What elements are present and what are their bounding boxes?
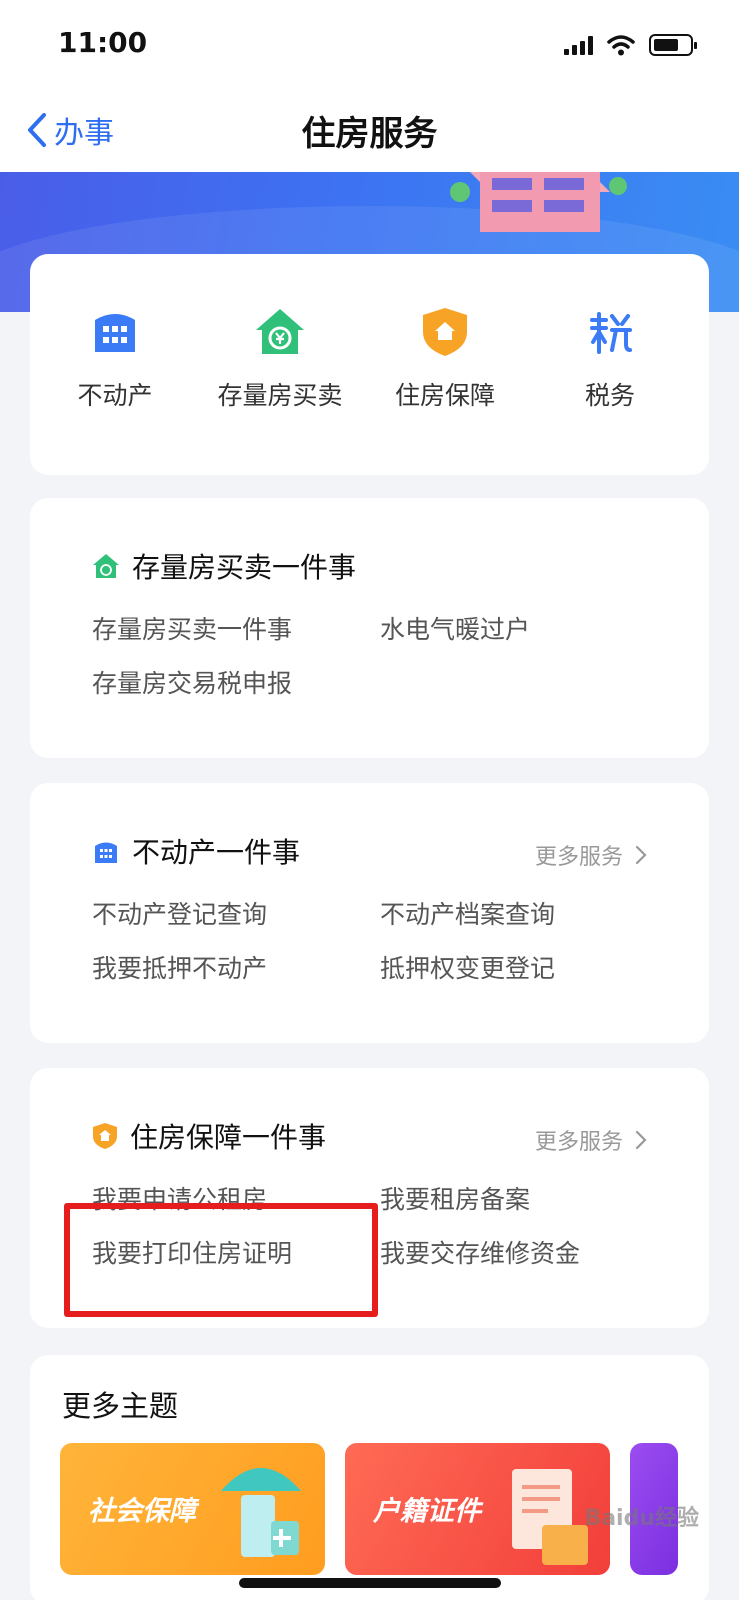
house-yuan-icon (256, 309, 304, 354)
section-existing-housing: 存量房买卖一件事 存量房买卖一件事 水电气暖过户 存量房交易税申报 (30, 498, 709, 758)
link-mortgage-real-estate[interactable]: 我要抵押不动产 (92, 949, 267, 985)
link-transaction-tax-declaration[interactable]: 存量房交易税申报 (92, 664, 292, 700)
link-archive-query[interactable]: 不动产档案查询 (380, 895, 555, 931)
highlight-annotation (64, 1203, 378, 1317)
page-title: 住房服务 (301, 114, 438, 154)
link-deposit-maintenance-fund[interactable]: 我要交存维修资金 (380, 1234, 580, 1270)
document-icon (512, 1469, 588, 1565)
chevron-right-icon (635, 1130, 647, 1150)
topic-tile-household-registration[interactable]: 户籍证件 (345, 1443, 610, 1575)
section-header: 存量房买卖一件事 (92, 546, 356, 586)
more-services-label: 更多服务 (534, 1130, 623, 1155)
section-title: 存量房买卖一件事 (132, 551, 357, 584)
link-registration-query[interactable]: 不动产登记查询 (92, 895, 267, 931)
battery-icon (649, 34, 697, 56)
link-existing-housing-transaction[interactable]: 存量房买卖一件事 (92, 610, 292, 646)
service-label: 住房保障 (394, 381, 495, 410)
link-utility-transfer[interactable]: 水电气暖过户 (380, 610, 530, 646)
section-header: 住房保障一件事 (92, 1116, 326, 1156)
service-label: 不动产 (77, 381, 153, 410)
status-icons (564, 34, 697, 56)
section-title: 住房保障一件事 (130, 1121, 327, 1154)
top-bar: 11:00 办事 住房服务 (0, 0, 739, 172)
topic-tile-social-security[interactable]: 社会保障 (60, 1443, 325, 1575)
umbrella-icon (221, 1468, 301, 1557)
link-mortgage-change-registration[interactable]: 抵押权变更登记 (380, 949, 555, 985)
building-icon (95, 314, 135, 352)
service-housing-security[interactable]: 住房保障 (360, 306, 530, 412)
shield-house-icon (93, 1123, 117, 1149)
building-illustration (450, 172, 627, 232)
quick-services-card: 不动产 存量房买卖 住房保障 税务 (30, 254, 709, 475)
section-title: 不动产一件事 (132, 836, 301, 869)
chevron-right-icon (635, 845, 647, 865)
shield-house-icon (423, 308, 467, 356)
more-services-label: 更多服务 (534, 845, 623, 870)
status-time: 11:00 (58, 26, 148, 59)
home-indicator (239, 1578, 501, 1588)
more-services-link[interactable]: 更多服务 (535, 1124, 647, 1156)
more-topics-title: 更多主题 (62, 1389, 179, 1423)
more-topics-card: 更多主题 社会保障 户籍证件 (30, 1355, 709, 1600)
wifi-icon (607, 35, 635, 56)
watermark: Baidu经验 (584, 1506, 699, 1531)
tax-icon (590, 312, 632, 354)
building-icon (95, 842, 117, 863)
topic-tile-label: 户籍证件 (373, 1496, 481, 1527)
service-label: 存量房买卖 (217, 381, 343, 410)
service-label: 税务 (584, 381, 635, 410)
topic-tile-label: 社会保障 (88, 1496, 196, 1527)
service-existing-housing[interactable]: 存量房买卖 (195, 306, 365, 412)
service-real-estate[interactable]: 不动产 (30, 306, 200, 412)
more-services-link[interactable]: 更多服务 (535, 839, 647, 871)
signal-icon (564, 35, 593, 55)
link-rental-filing[interactable]: 我要租房备案 (380, 1180, 530, 1216)
section-header: 不动产一件事 (92, 831, 300, 871)
section-real-estate: 不动产一件事 更多服务 不动产登记查询 不动产档案查询 我要抵押不动产 抵押权变… (30, 783, 709, 1043)
service-tax[interactable]: 税务 (525, 306, 695, 412)
house-yuan-icon (93, 554, 119, 578)
